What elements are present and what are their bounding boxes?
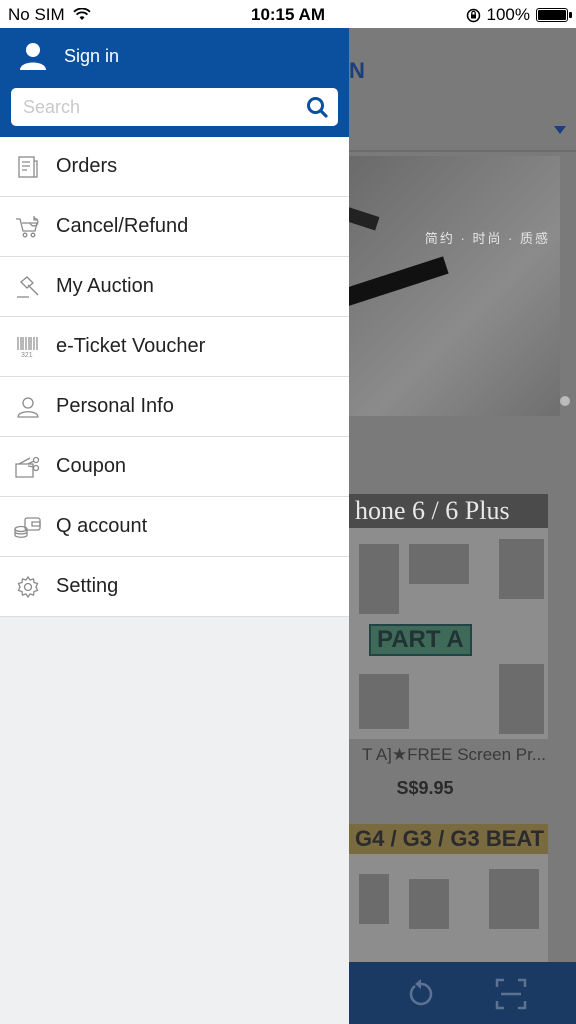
bottom-toolbar xyxy=(349,962,576,1024)
barcode-icon: 321 xyxy=(0,336,56,358)
product-tile xyxy=(359,874,389,924)
cart-refund-icon xyxy=(0,215,56,239)
banner-device xyxy=(349,256,449,314)
menu-item-setting[interactable]: Setting xyxy=(0,557,349,617)
user-icon xyxy=(20,43,46,70)
menu-item-label: Cancel/Refund xyxy=(56,215,189,237)
search-box xyxy=(11,88,338,126)
gear-icon xyxy=(0,575,56,599)
product-tile xyxy=(489,869,539,929)
search-icon[interactable] xyxy=(306,96,328,123)
app-logo-fragment: N xyxy=(349,58,366,83)
svg-text:321: 321 xyxy=(21,352,33,358)
wallet-icon xyxy=(0,515,56,539)
product-tag: PART A xyxy=(369,624,472,656)
sign-in-button[interactable]: Sign in xyxy=(18,40,119,72)
status-bar: No SIM 10:15 AM 100% xyxy=(0,0,576,28)
search-input[interactable] xyxy=(11,88,305,126)
banner-caption: 简约 · 时尚 · 质感 xyxy=(424,231,550,246)
product-header: hone 6 / 6 Plus xyxy=(349,494,548,528)
product-name: T A]★FREE Screen Pr... xyxy=(361,745,547,764)
sign-in-label: Sign in xyxy=(64,45,120,66)
dropdown-caret-icon xyxy=(554,126,566,134)
promo-banner: 简约 · 时尚 · 质感 xyxy=(349,156,570,416)
product-tile xyxy=(499,664,544,734)
battery-percent: 100% xyxy=(486,5,530,24)
menu-item-label: Coupon xyxy=(56,455,127,477)
product-tile xyxy=(409,879,449,929)
orientation-lock-icon xyxy=(466,8,480,22)
battery-icon xyxy=(536,8,572,22)
menu-item-label: Setting xyxy=(56,575,119,597)
background-app[interactable]: N 简约 · 时尚 · 质感 hone 6 / 6 Plus PART A T … xyxy=(349,28,576,1024)
scan-icon[interactable] xyxy=(495,978,527,1018)
product-price: S$9.95 xyxy=(396,778,454,798)
product-tile xyxy=(409,544,469,584)
person-icon xyxy=(0,395,56,419)
product-tile xyxy=(359,674,409,729)
menu-item-coupon[interactable]: Coupon xyxy=(0,437,349,497)
gavel-icon xyxy=(0,275,56,299)
refresh-icon[interactable] xyxy=(407,978,435,1016)
menu-item-q-account[interactable]: Q account xyxy=(0,497,349,557)
menu-item-orders[interactable]: Orders xyxy=(0,137,349,197)
product-header: G4 / G3 / G3 BEAT xyxy=(349,824,548,854)
menu-item-personal-info[interactable]: Personal Info xyxy=(0,377,349,437)
drawer-menu: Orders Cancel/Refund My Auction 321 e-Ti… xyxy=(0,137,349,617)
menu-item-my-auction[interactable]: My Auction xyxy=(0,257,349,317)
menu-item-label: My Auction xyxy=(56,275,154,297)
drawer-header: Sign in xyxy=(0,28,349,137)
product-tile xyxy=(359,544,399,614)
menu-item-label: e-Ticket Voucher xyxy=(56,335,206,357)
carousel-dot xyxy=(560,396,570,406)
product-tile xyxy=(499,539,544,599)
menu-item-e-ticket-voucher[interactable]: 321 e-Ticket Voucher xyxy=(0,317,349,377)
side-drawer: Sign in Orders Cancel/Refund My Auct xyxy=(0,28,349,1024)
product-image: hone 6 / 6 Plus PART A xyxy=(349,494,548,739)
product-image: G4 / G3 / G3 BEAT xyxy=(349,824,548,964)
divider xyxy=(349,150,576,152)
status-right: 100% xyxy=(466,5,572,25)
menu-item-label: Q account xyxy=(56,515,148,537)
menu-item-cancel-refund[interactable]: Cancel/Refund xyxy=(0,197,349,257)
menu-item-label: Personal Info xyxy=(56,395,174,417)
banner-device xyxy=(349,195,380,231)
menu-item-label: Orders xyxy=(56,155,118,177)
coupon-icon xyxy=(0,455,56,479)
orders-icon xyxy=(0,155,56,179)
